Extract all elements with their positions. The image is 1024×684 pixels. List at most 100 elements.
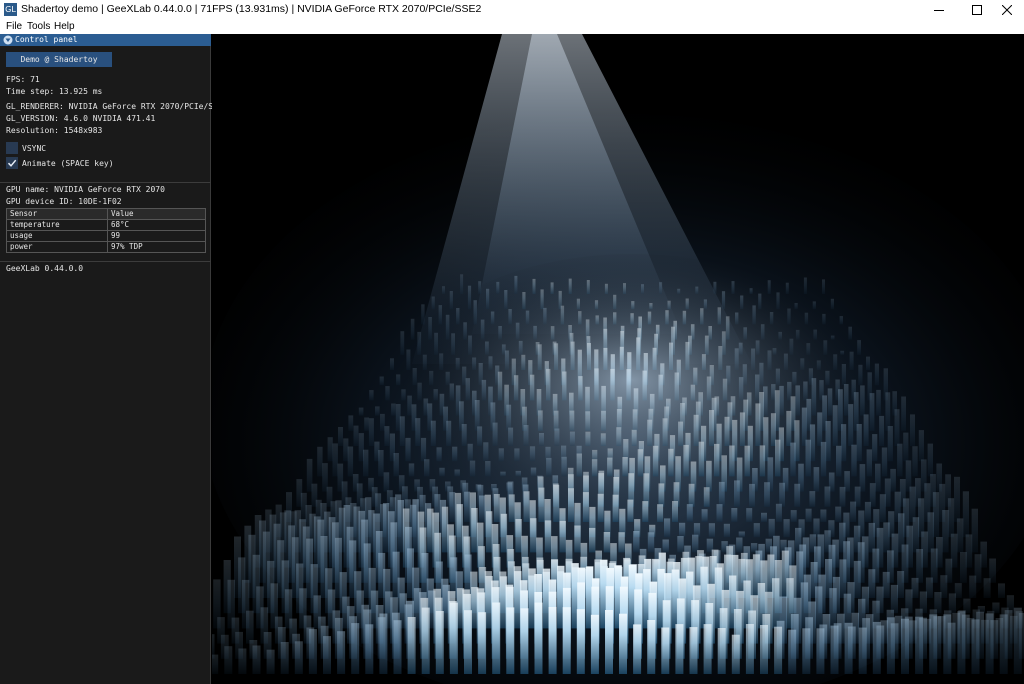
panel-title: Control panel: [15, 35, 78, 44]
bar-column: [449, 492, 456, 522]
bar-column: [969, 575, 977, 598]
bar-column: [492, 602, 501, 674]
bar-column: [500, 513, 508, 553]
bar-column: [332, 443, 338, 477]
bar-column: [947, 498, 955, 538]
bar-column: [717, 628, 726, 674]
bar-column: [506, 607, 515, 674]
bar-column: [380, 413, 385, 431]
demo-shadertoy-button[interactable]: Demo @ Shadertoy: [6, 52, 112, 67]
bar-column: [530, 518, 537, 553]
bar-column: [390, 358, 394, 370]
bar-column: [890, 468, 896, 492]
bar-column: [879, 494, 886, 522]
bar-column: [948, 593, 956, 614]
gl-renderer-text: GL_RENDERER: NVIDIA GeForce RTX 2070/PCI…: [6, 102, 218, 111]
separator: [0, 261, 211, 262]
bar-column: [897, 443, 903, 477]
bar-column: [633, 531, 640, 553]
bar-column: [760, 625, 768, 674]
bar-column: [929, 614, 938, 674]
bar-column: [802, 628, 811, 674]
bar-column: [385, 386, 390, 401]
bar-column: [478, 612, 487, 674]
control-panel: Control panel Demo @ Shadertoy FPS: 71 T…: [0, 34, 218, 684]
bar-column: [864, 501, 871, 522]
bar-column: [809, 491, 816, 507]
bar-column: [910, 414, 915, 446]
window-title: Shadertoy demo | GeeXLab 0.44.0.0 | 71FP…: [21, 3, 482, 15]
menu-help[interactable]: Help: [54, 21, 75, 32]
bar-column: [901, 396, 906, 431]
bar-column: [407, 617, 416, 674]
animate-checkbox[interactable]: [6, 157, 18, 169]
bar-column: [449, 602, 458, 674]
bar-column: [548, 607, 557, 674]
sensor-name: temperature: [6, 219, 108, 231]
bar-column: [605, 610, 613, 674]
bar-column: [875, 463, 881, 492]
bar-column: [839, 559, 847, 598]
sensor-value: 99: [107, 230, 206, 242]
bar-column: [876, 389, 881, 416]
minimize-button[interactable]: [922, 0, 956, 20]
bar-column: [805, 508, 812, 522]
bar-column: [768, 518, 775, 538]
bar-column: [868, 569, 876, 598]
bar-column: [337, 631, 346, 674]
bar-column: [379, 613, 388, 674]
bar-column: [421, 304, 425, 325]
table-row: usage 99: [6, 230, 206, 242]
bar-column: [999, 614, 1008, 674]
bar-column: [441, 506, 449, 553]
bar-column: [927, 512, 934, 553]
collapse-arrow-icon[interactable]: [3, 35, 13, 45]
bar-column: [820, 509, 827, 522]
footer-version-text: GeeXLab 0.44.0.0: [6, 264, 84, 273]
bar-column: [460, 274, 464, 294]
bar-column: [835, 506, 842, 522]
bar-column: [879, 415, 885, 446]
table-header-row: Sensor Value: [6, 208, 206, 220]
bar-column: [603, 532, 611, 553]
bar-column: [238, 648, 247, 674]
bar-column: [775, 503, 782, 522]
bar-column: [829, 588, 837, 629]
app-icon: GL: [4, 3, 17, 16]
bar-column: [816, 628, 825, 674]
bar-column: [887, 426, 893, 462]
menu-tools[interactable]: Tools: [27, 21, 50, 32]
bar-column: [897, 571, 905, 598]
menu-file[interactable]: File: [6, 21, 22, 32]
bar-column: [378, 450, 384, 477]
menu-bar: File Tools Help: [0, 20, 1024, 34]
minimize-icon: [934, 10, 944, 11]
sensor-name: power: [6, 241, 108, 253]
maximize-button[interactable]: [960, 0, 994, 20]
bar-column: [317, 446, 323, 477]
maximize-icon: [972, 5, 982, 15]
bar-column: [839, 316, 843, 325]
bar-column: [464, 610, 472, 674]
render-viewport[interactable]: [212, 34, 1024, 684]
bar-column: [915, 616, 924, 674]
close-button[interactable]: [990, 0, 1024, 20]
bar-column: [998, 583, 1005, 598]
panel-header[interactable]: Control panel: [0, 34, 211, 46]
bar-column: [647, 620, 656, 674]
bar-column: [364, 417, 369, 431]
bar-column: [590, 614, 599, 674]
vsync-checkbox[interactable]: [6, 142, 18, 154]
bar-column: [1013, 607, 1022, 674]
animate-label: Animate (SPACE key): [22, 159, 114, 168]
bar-column: [911, 577, 919, 598]
vsync-label: VSYNC: [22, 144, 47, 153]
bar-column: [348, 415, 354, 431]
bar-column: [393, 453, 399, 477]
bar-column: [753, 523, 760, 538]
bar-column: [431, 296, 435, 310]
bar-column: [343, 438, 349, 462]
bar-column: [224, 646, 233, 674]
bar-column: [956, 518, 964, 553]
bar-column: [918, 430, 924, 462]
